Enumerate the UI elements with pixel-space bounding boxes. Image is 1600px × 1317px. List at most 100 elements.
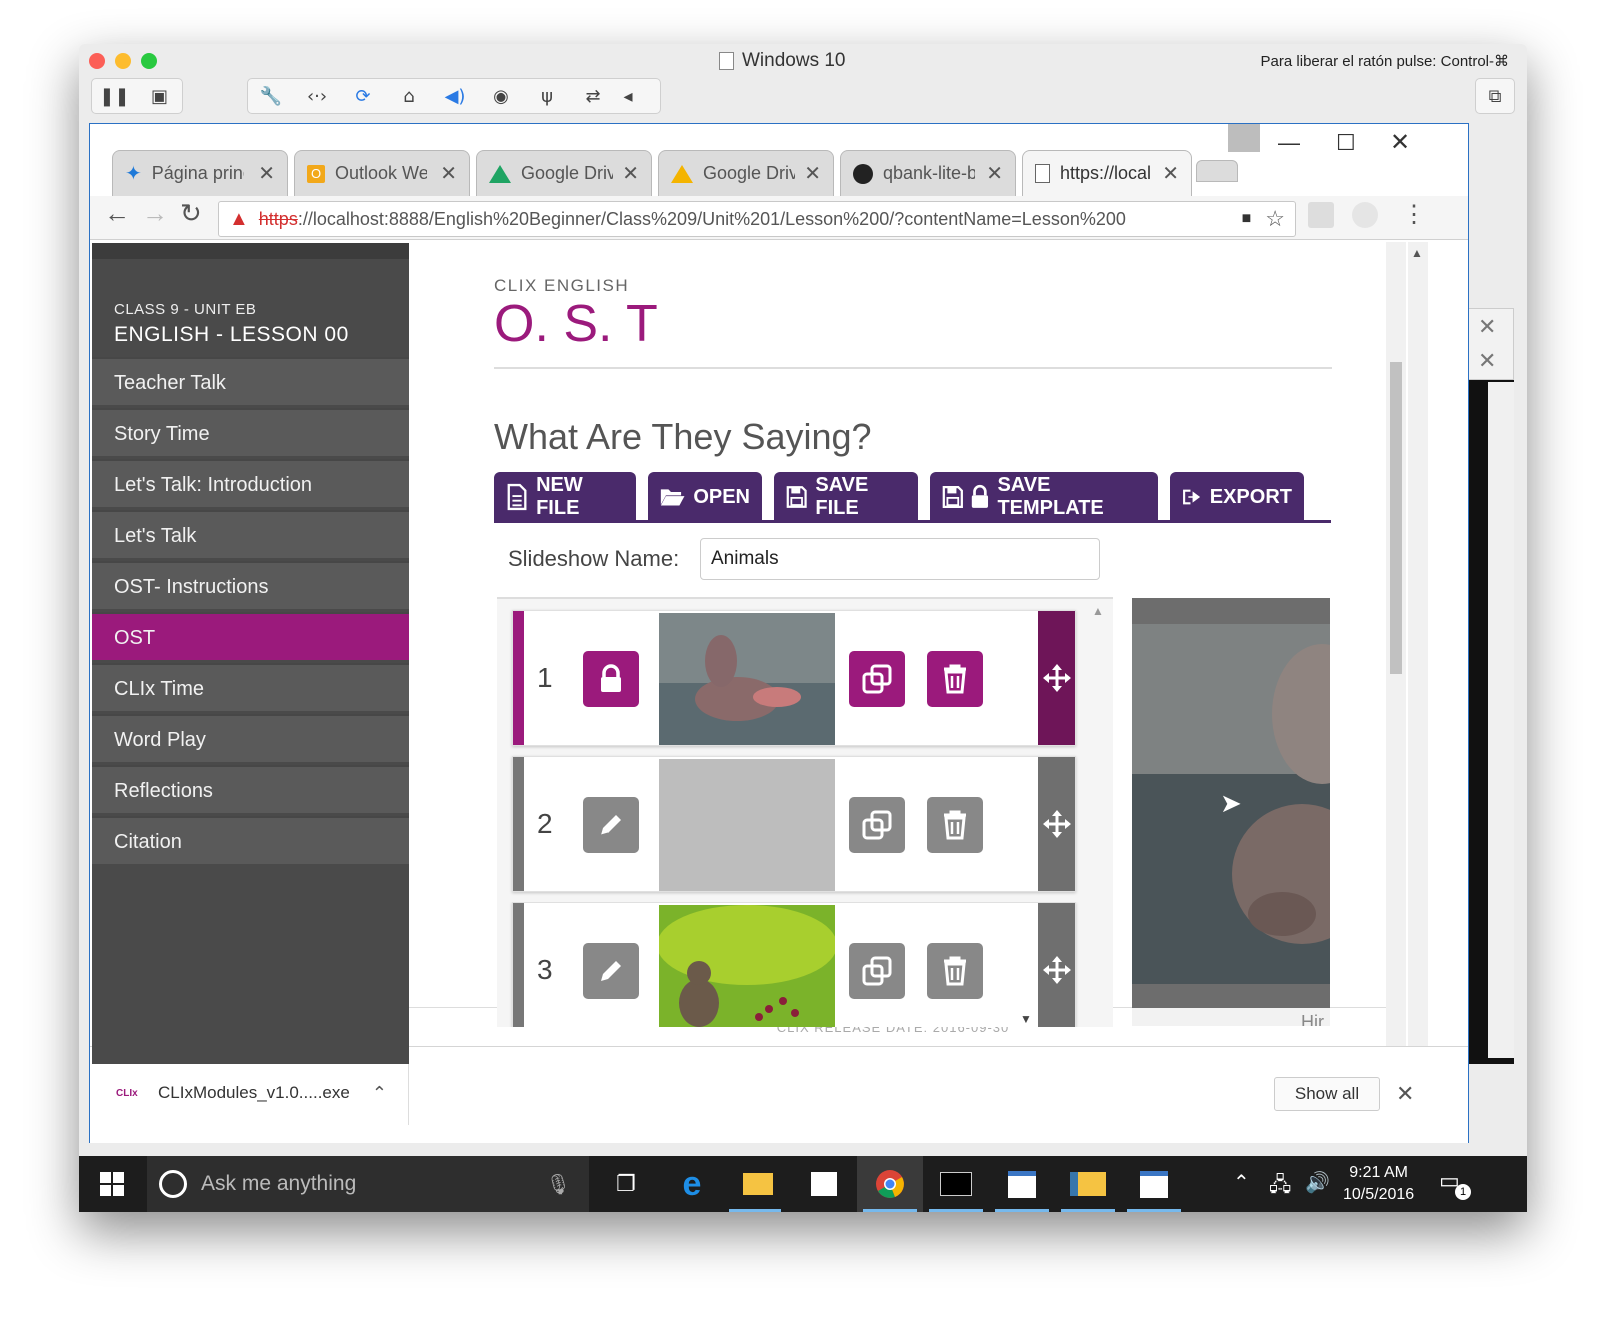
tab-github[interactable]: qbank-lite-bundle ✕: [840, 150, 1016, 196]
drag-handle[interactable]: [1038, 757, 1075, 891]
app-window-icon[interactable]: [989, 1156, 1055, 1212]
tab-outlook[interactable]: O Outlook Web App ✕: [294, 150, 470, 196]
drag-handle[interactable]: [1038, 903, 1075, 1027]
close-icon[interactable]: ✕: [1478, 314, 1496, 340]
edge-icon[interactable]: e: [659, 1156, 725, 1212]
duplicate-slide-button[interactable]: [849, 943, 905, 999]
save-template-button[interactable]: SAVE TEMPLATE: [930, 472, 1158, 522]
tab-localhost[interactable]: https://localhost ✕: [1022, 150, 1192, 196]
delete-slide-button[interactable]: [927, 797, 983, 853]
close-icon[interactable]: ✕: [1390, 128, 1410, 157]
sidebar-item-teacher-talk[interactable]: Teacher Talk: [92, 357, 409, 405]
tab-dropbox[interactable]: ✦ Página principal ✕: [112, 150, 288, 196]
lock-icon[interactable]: ⌂: [386, 86, 432, 107]
app-window-icon-2[interactable]: [1121, 1156, 1187, 1212]
sidebar-item-word-play[interactable]: Word Play: [92, 714, 409, 762]
chrome-icon[interactable]: [857, 1156, 923, 1212]
forward-icon[interactable]: →: [142, 198, 168, 229]
close-tab-icon[interactable]: ✕: [258, 161, 275, 186]
speaker-icon[interactable]: ◀): [432, 86, 478, 107]
file-explorer-icon[interactable]: [725, 1156, 791, 1212]
delete-slide-button[interactable]: [927, 651, 983, 707]
tab-google-drive[interactable]: Google Drive ✕: [476, 150, 652, 196]
search-box[interactable]: Ask me anything 🎙: [147, 1156, 589, 1212]
slide-thumbnail[interactable]: [659, 905, 835, 1027]
outer-scrollbar[interactable]: ▲ ▼: [1408, 242, 1428, 1062]
sidebar-item-ost[interactable]: OST: [92, 612, 409, 660]
restore-window-button[interactable]: ⧉: [1475, 78, 1515, 114]
slide-row[interactable]: 3: [512, 902, 1076, 1027]
zoom-window-button[interactable]: [141, 53, 157, 69]
menu-icon[interactable]: ⋮: [1402, 200, 1426, 229]
save-file-button[interactable]: SAVE FILE: [774, 472, 918, 522]
extension-icon[interactable]: [1308, 202, 1334, 228]
address-bar[interactable]: ▲ https ://localhost:8888/English%20Begi…: [218, 201, 1296, 237]
wrench-icon[interactable]: 🔧: [248, 86, 294, 107]
close-tab-icon[interactable]: ✕: [986, 161, 1003, 186]
sidebar-item-clix-time[interactable]: CLIx Time: [92, 663, 409, 711]
edit-slide-button[interactable]: [583, 943, 639, 999]
new-file-button[interactable]: NEW FILE: [494, 472, 636, 522]
lock-slide-button[interactable]: [583, 651, 639, 707]
scrollbar-thumb[interactable]: [1390, 362, 1402, 674]
close-tab-icon[interactable]: ✕: [1162, 161, 1179, 186]
slides-scroll-up-icon[interactable]: ▲: [1092, 604, 1104, 618]
export-button[interactable]: EXPORT: [1170, 472, 1304, 522]
edit-slide-button[interactable]: [583, 797, 639, 853]
start-button[interactable]: [79, 1156, 145, 1212]
sidebar-item-lets-talk-introduction[interactable]: Let's Talk: Introduction: [92, 459, 409, 507]
close-window-button[interactable]: [89, 53, 105, 69]
terminal-icon[interactable]: [923, 1156, 989, 1212]
camera-icon[interactable]: ◉: [478, 86, 524, 107]
minimize-icon[interactable]: —: [1278, 130, 1300, 156]
show-all-button[interactable]: Show all: [1274, 1077, 1380, 1111]
sidebar-item-lets-talk[interactable]: Let's Talk: [92, 510, 409, 558]
show-hidden-icons[interactable]: ⌃: [1233, 1170, 1250, 1195]
close-download-bar-icon[interactable]: ✕: [1396, 1081, 1414, 1107]
extension-icon-2[interactable]: [1352, 202, 1378, 228]
new-tab-button[interactable]: [1196, 160, 1238, 182]
snapshot-icon[interactable]: ▣: [137, 86, 182, 107]
sidebar-item-reflections[interactable]: Reflections: [92, 765, 409, 813]
sidebar-item-citation[interactable]: Citation: [92, 816, 409, 864]
code-icon[interactable]: ‹·›: [294, 86, 340, 107]
camera-blocked-icon[interactable]: ■: [1242, 210, 1252, 228]
scrollbar[interactable]: [1488, 382, 1514, 1058]
collapse-arrow-icon[interactable]: ◂: [616, 86, 640, 107]
sync-icon[interactable]: ⇄: [570, 86, 616, 107]
close-tab-icon[interactable]: ✕: [440, 161, 457, 186]
drag-handle[interactable]: [1038, 611, 1075, 745]
star-icon[interactable]: ☆: [1265, 206, 1285, 232]
slide-thumbnail[interactable]: [659, 613, 835, 745]
back-icon[interactable]: ←: [104, 198, 130, 229]
chevron-up-icon[interactable]: ⌃: [372, 1083, 387, 1104]
slideshow-name-input[interactable]: Animals: [700, 538, 1100, 580]
volume-icon[interactable]: 🔊: [1305, 1170, 1330, 1195]
slide-row[interactable]: 1: [512, 610, 1076, 746]
microphone-icon[interactable]: 🎙: [546, 1172, 571, 1197]
profile-icon[interactable]: [1228, 124, 1260, 152]
close-tab-icon[interactable]: ✕: [622, 161, 639, 186]
sidebar-item-ost-instructions[interactable]: OST- Instructions: [92, 561, 409, 609]
delete-slide-button[interactable]: [927, 943, 983, 999]
open-button[interactable]: OPEN: [648, 472, 762, 522]
duplicate-slide-button[interactable]: [849, 797, 905, 853]
tab-google-drive-2[interactable]: Google Drive ✕: [658, 150, 834, 196]
clock[interactable]: 9:21 AM 10/5/2016: [1343, 1162, 1414, 1206]
shared-folder-icon[interactable]: ⟳: [340, 86, 386, 107]
slide-thumbnail-empty[interactable]: [659, 759, 835, 891]
download-item[interactable]: CLIx CLIxModules_v1.0.....exe ⌃: [116, 1073, 387, 1113]
duplicate-slide-button[interactable]: [849, 651, 905, 707]
store-icon[interactable]: [791, 1156, 857, 1212]
scroll-up-icon[interactable]: ▲: [1411, 246, 1423, 260]
minimize-window-button[interactable]: [115, 53, 131, 69]
python-folder-icon[interactable]: [1055, 1156, 1121, 1212]
usb-icon[interactable]: ψ: [524, 86, 570, 107]
network-icon[interactable]: 🖧: [1269, 1170, 1291, 1204]
slides-scroll-down-icon[interactable]: ▼: [1020, 1012, 1032, 1026]
close-icon[interactable]: ✕: [1478, 348, 1496, 374]
task-view-icon[interactable]: ❐: [593, 1156, 659, 1212]
page-scrollbar[interactable]: [1386, 242, 1406, 1062]
close-tab-icon[interactable]: ✕: [804, 161, 821, 186]
sidebar-item-story-time[interactable]: Story Time: [92, 408, 409, 456]
